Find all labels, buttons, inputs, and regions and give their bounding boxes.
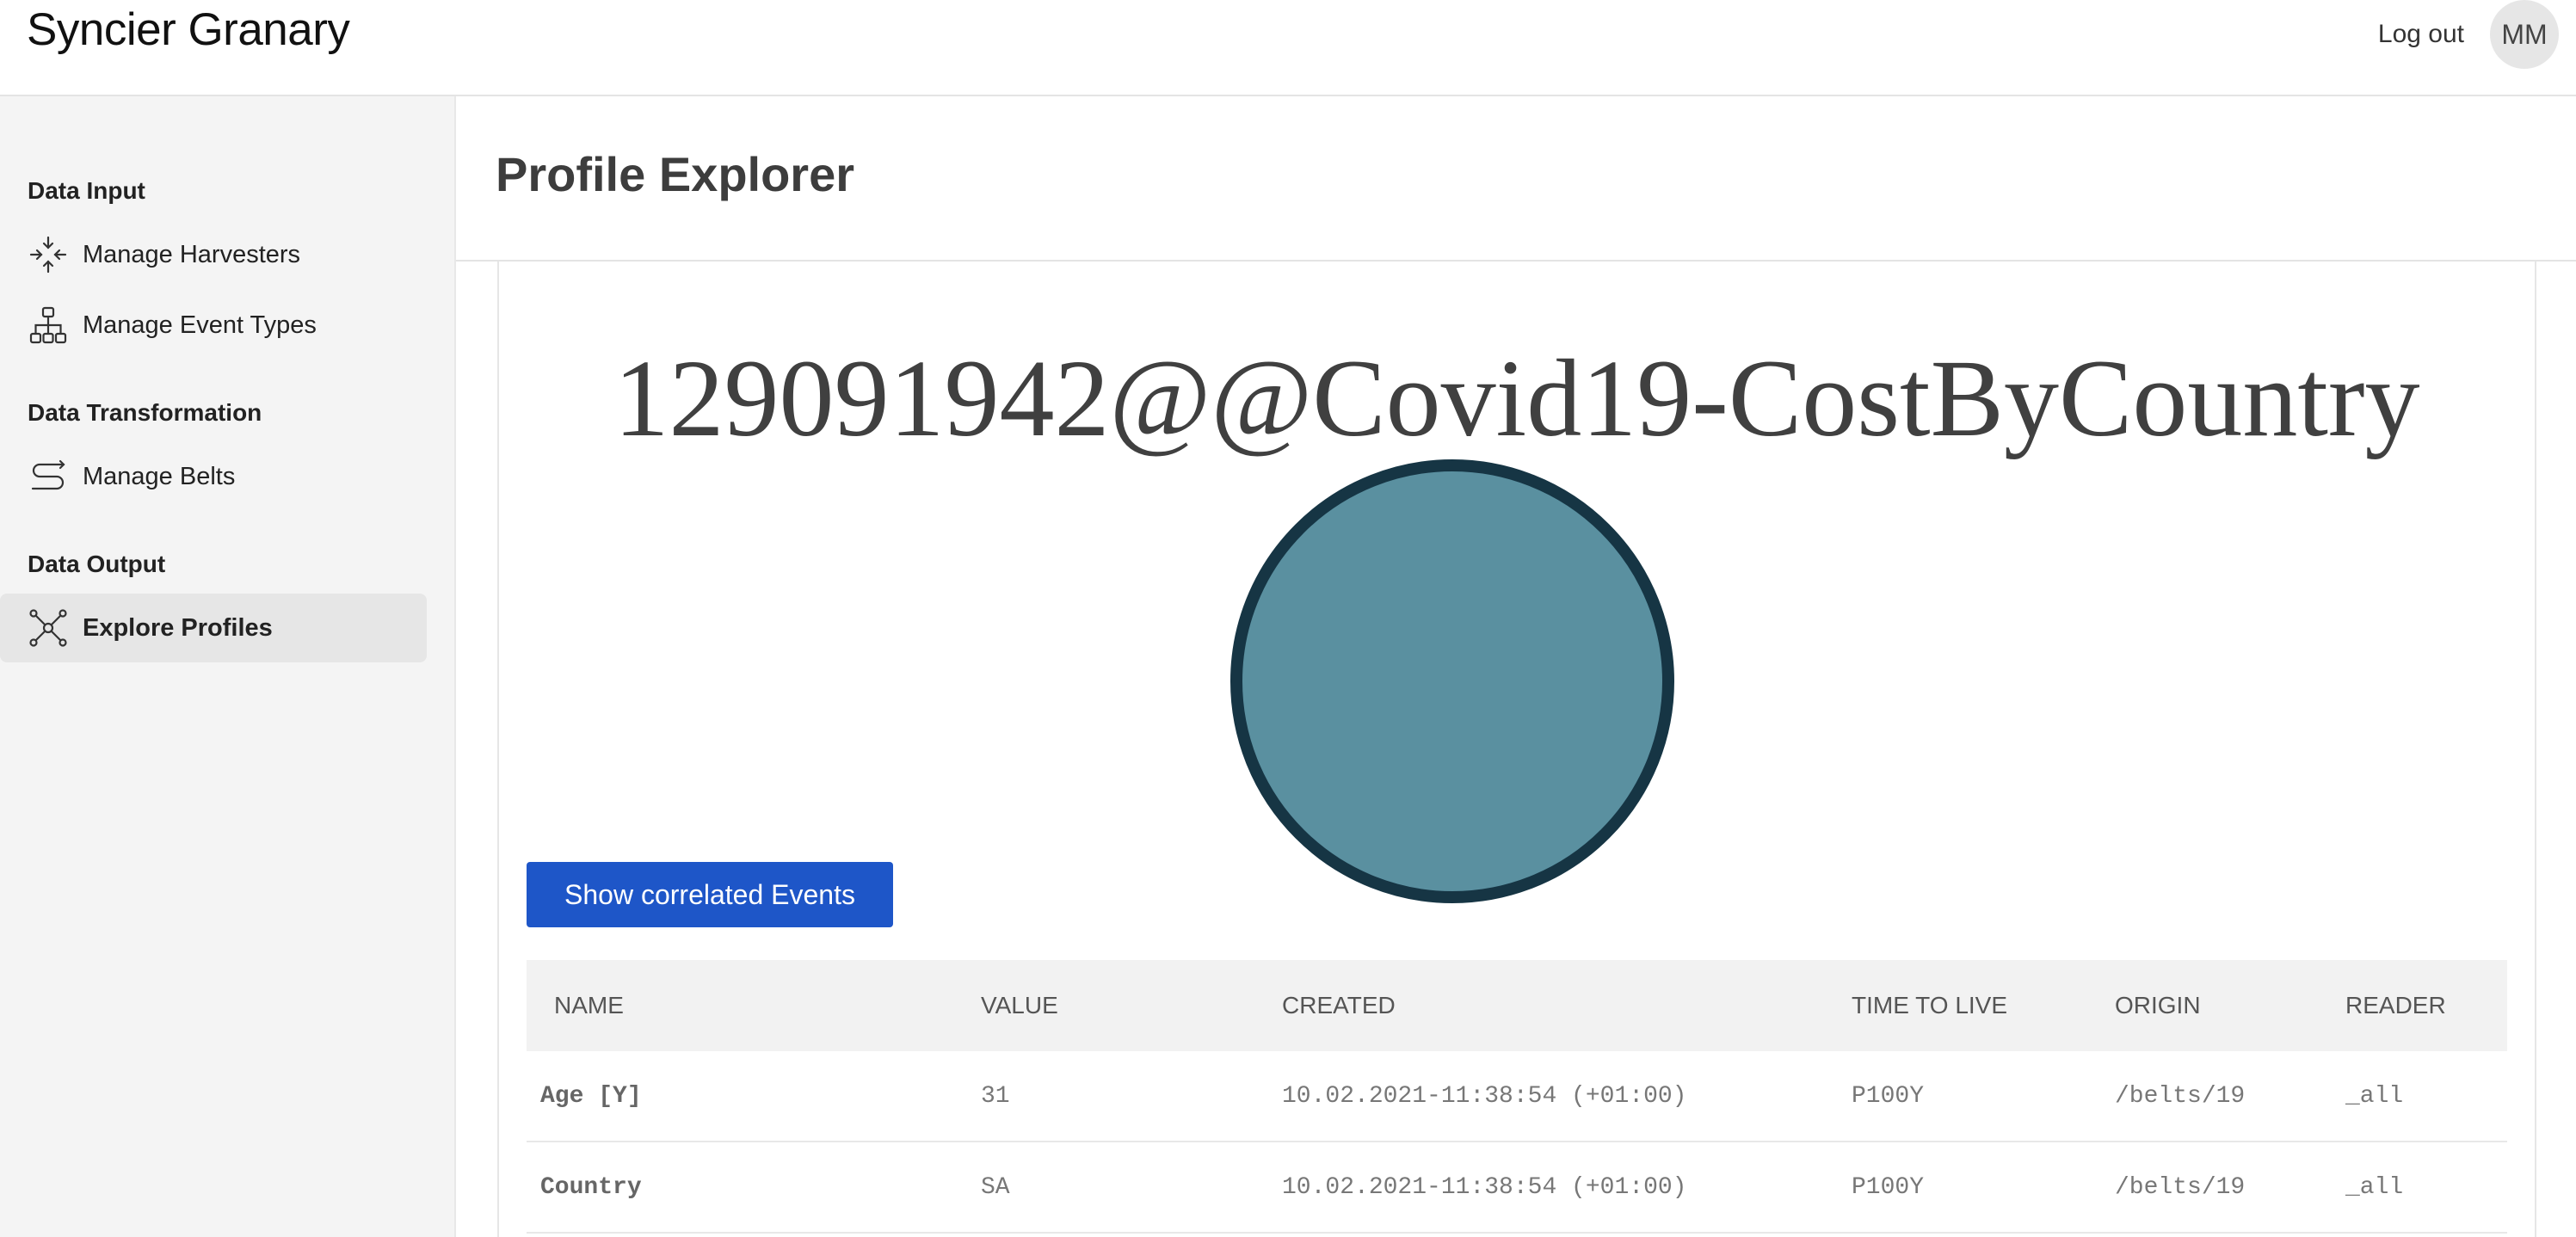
sidebar-item-manage-belts[interactable]: Manage Belts bbox=[0, 442, 427, 511]
cell-created: 10.02.2021-11:38:54 (+01:00) bbox=[1254, 1051, 1824, 1142]
cell-created: 10.02.2021-11:38:54 (+01:00) bbox=[1254, 1142, 1824, 1234]
sidebar-item-label: Manage Event Types bbox=[83, 311, 317, 339]
column-header-value[interactable]: VALUE bbox=[953, 960, 1254, 1051]
cell-origin: /belts/19 bbox=[2087, 1142, 2318, 1234]
column-header-reader[interactable]: READER bbox=[2318, 960, 2507, 1051]
network-icon bbox=[28, 607, 69, 649]
cell-name: Country bbox=[527, 1142, 953, 1234]
avatar[interactable]: MM bbox=[2490, 0, 2559, 69]
sidebar-item-manage-event-types[interactable]: Manage Event Types bbox=[0, 291, 427, 360]
cell-value: 31 bbox=[953, 1051, 1254, 1142]
table-row[interactable]: Age [Y] 31 10.02.2021-11:38:54 (+01:00) … bbox=[527, 1051, 2507, 1142]
sidebar-item-label: Explore Profiles bbox=[83, 613, 273, 642]
belt-icon bbox=[28, 456, 69, 497]
cell-value: SA bbox=[953, 1142, 1254, 1234]
column-header-created[interactable]: CREATED bbox=[1254, 960, 1824, 1051]
logout-link[interactable]: Log out bbox=[2378, 15, 2464, 53]
section-data-input: Data Input bbox=[28, 177, 145, 204]
table-header-row: NAME VALUE CREATED TIME TO LIVE ORIGIN R… bbox=[527, 960, 2507, 1051]
profile-panel: 129091942@@Covid19-CostByCountry Show co… bbox=[497, 262, 2536, 1237]
show-correlated-events-button[interactable]: Show correlated Events bbox=[527, 862, 893, 927]
cell-reader: _all bbox=[2318, 1142, 2507, 1234]
column-header-name[interactable]: NAME bbox=[527, 960, 953, 1051]
sidebar-item-label: Manage Belts bbox=[83, 462, 236, 490]
column-header-time-to-live[interactable]: TIME TO LIVE bbox=[1824, 960, 2087, 1051]
app-title[interactable]: Syncier Granary bbox=[27, 2, 350, 58]
table-row[interactable]: Country SA 10.02.2021-11:38:54 (+01:00) … bbox=[527, 1142, 2507, 1234]
profile-node[interactable] bbox=[1230, 459, 1674, 903]
hierarchy-icon bbox=[28, 305, 69, 346]
column-header-origin[interactable]: ORIGIN bbox=[2087, 960, 2318, 1051]
cell-origin: /belts/19 bbox=[2087, 1051, 2318, 1142]
page-header: Profile Explorer bbox=[456, 96, 2576, 262]
profile-id: 129091942@@Covid19-CostByCountry bbox=[613, 337, 2420, 459]
section-data-transformation: Data Transformation bbox=[28, 399, 262, 426]
page-title: Profile Explorer bbox=[496, 147, 855, 201]
cell-ttl: P100Y bbox=[1824, 1051, 2087, 1142]
sidebar-item-explore-profiles[interactable]: Explore Profiles bbox=[0, 594, 427, 662]
harvester-icon bbox=[28, 234, 69, 275]
sidebar-item-label: Manage Harvesters bbox=[83, 240, 301, 268]
cell-ttl: P100Y bbox=[1824, 1142, 2087, 1234]
cell-reader: _all bbox=[2318, 1051, 2507, 1142]
cell-name: Age [Y] bbox=[527, 1051, 953, 1142]
properties-table: NAME VALUE CREATED TIME TO LIVE ORIGIN R… bbox=[527, 960, 2507, 1234]
section-data-output: Data Output bbox=[28, 551, 166, 577]
sidebar: Data Input Manage Harvesters Manage Even… bbox=[0, 96, 456, 1237]
top-bar: Syncier Granary Log out MM bbox=[0, 0, 2576, 96]
sidebar-item-manage-harvesters[interactable]: Manage Harvesters bbox=[0, 220, 427, 289]
